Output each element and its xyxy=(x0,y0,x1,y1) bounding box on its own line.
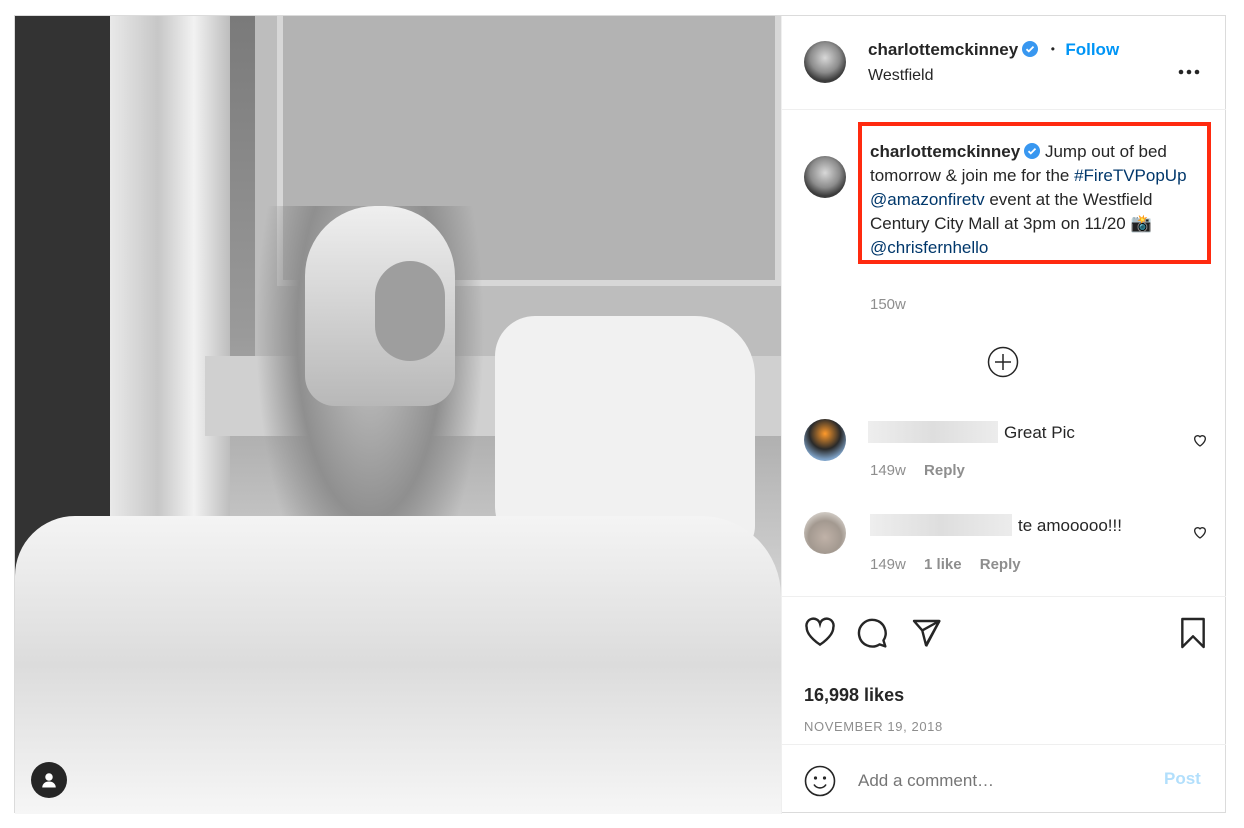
user-tag-icon[interactable] xyxy=(31,762,67,798)
post-card: charlottemckinney • Follow Westfield cha… xyxy=(14,15,1226,814)
comment-time[interactable]: 149w xyxy=(870,462,906,479)
comment-item: Great Pic xyxy=(868,421,1075,443)
post-header: charlottemckinney • Follow Westfield xyxy=(782,16,1226,110)
blurred-username xyxy=(868,421,998,443)
reply-button[interactable]: Reply xyxy=(980,556,1021,573)
caption-hashtag[interactable]: #FireTVPopUp xyxy=(1074,166,1186,185)
verified-badge-icon xyxy=(1022,41,1039,57)
follow-button[interactable]: Follow xyxy=(1065,40,1119,59)
caption-username[interactable]: charlottemckinney xyxy=(870,142,1020,161)
comment-text: Great Pic xyxy=(1004,423,1075,442)
header-separator: • xyxy=(1050,42,1055,56)
caption-avatar[interactable] xyxy=(804,156,846,198)
caption-text: charlottemckinney Jump out of bed tomorr… xyxy=(870,140,1208,260)
comment-input[interactable] xyxy=(856,767,1140,795)
comment-meta: 149w Reply xyxy=(870,462,965,479)
heart-icon[interactable] xyxy=(804,617,836,652)
post-sidebar: charlottemckinney • Follow Westfield cha… xyxy=(781,16,1226,814)
comment-time[interactable]: 149w xyxy=(870,556,906,573)
caption-mention-1[interactable]: @amazonfiretv xyxy=(870,190,985,209)
photo-face xyxy=(375,261,445,361)
post-actions: 16,998 likes NOVEMBER 19, 2018 xyxy=(782,596,1226,745)
author-username[interactable]: charlottemckinney xyxy=(868,40,1018,59)
heart-icon[interactable] xyxy=(1192,524,1208,545)
post-date[interactable]: NOVEMBER 19, 2018 xyxy=(804,719,943,734)
blurred-username xyxy=(870,514,1012,536)
commenter-avatar[interactable] xyxy=(804,419,846,461)
comment-text: te amooooo!!! xyxy=(1018,516,1122,535)
more-icon[interactable] xyxy=(1178,62,1200,80)
heart-icon[interactable] xyxy=(1192,432,1208,453)
commenter-avatar[interactable] xyxy=(804,512,846,554)
comment-icon[interactable] xyxy=(856,617,888,654)
reply-button[interactable]: Reply xyxy=(924,462,965,479)
comment-likes[interactable]: 1 like xyxy=(924,556,962,573)
caption-time[interactable]: 150w xyxy=(870,296,906,313)
photo-sheets xyxy=(15,516,781,814)
comments-section: charlottemckinney Jump out of bed tomorr… xyxy=(782,110,1226,595)
load-more-icon[interactable] xyxy=(987,346,1019,383)
emoji-icon[interactable] xyxy=(804,765,836,802)
author-avatar[interactable] xyxy=(804,41,846,83)
likes-count[interactable]: 16,998 likes xyxy=(804,685,904,706)
comment-item: te amooooo!!! xyxy=(870,514,1122,536)
post-button[interactable]: Post xyxy=(1164,769,1201,789)
author-line: charlottemckinney • Follow xyxy=(868,40,1119,60)
caption-mention-2[interactable]: @chrisfernhello xyxy=(870,238,988,257)
post-photo[interactable] xyxy=(15,16,781,814)
verified-badge-icon xyxy=(1024,143,1041,159)
post-location[interactable]: Westfield xyxy=(868,67,934,85)
bookmark-icon[interactable] xyxy=(1178,617,1208,654)
comment-meta: 149w 1 like Reply xyxy=(870,556,1021,573)
camera-emoji: 📸 xyxy=(1130,214,1152,233)
share-icon[interactable] xyxy=(910,617,942,654)
add-comment-bar: Post xyxy=(782,744,1226,815)
